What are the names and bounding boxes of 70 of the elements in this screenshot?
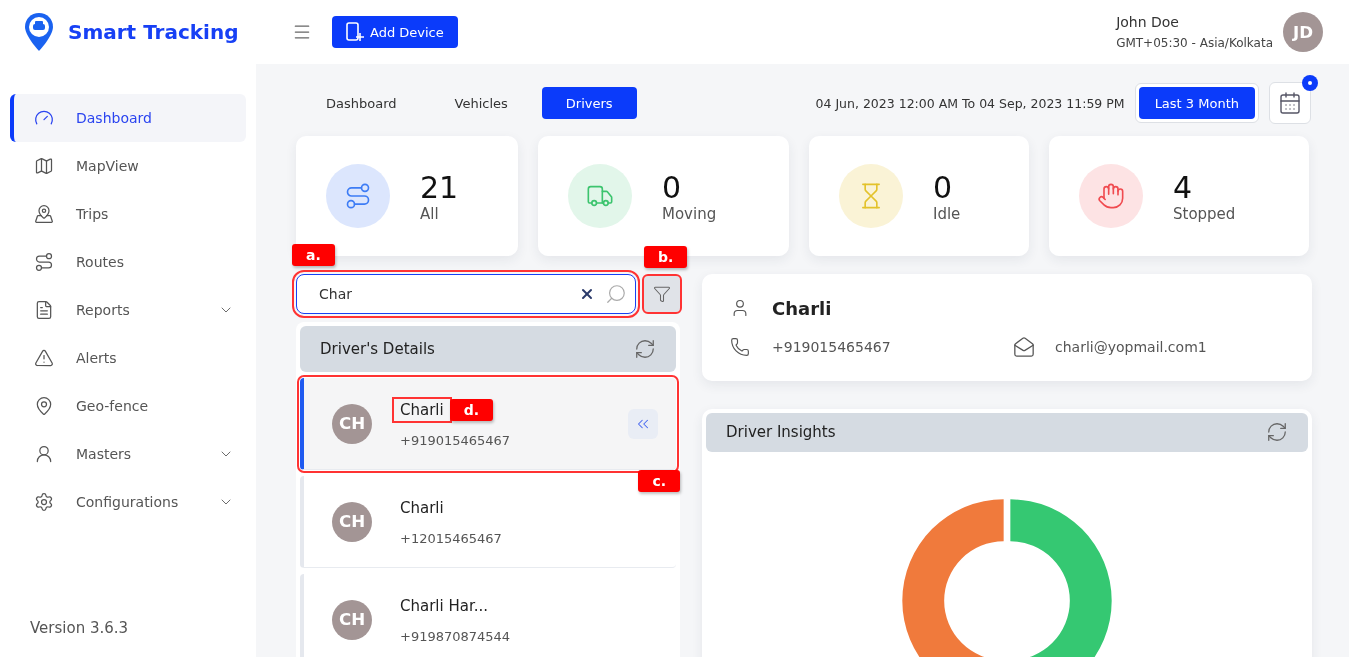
mail-icon — [1013, 335, 1035, 358]
stat-label: Moving — [662, 204, 717, 223]
search-input[interactable]: Char — [317, 285, 569, 303]
callout-label: b. — [644, 246, 688, 268]
nav-item[interactable]: Masters — [10, 430, 246, 478]
route-icon — [344, 182, 372, 210]
callout-label: c. — [638, 470, 680, 492]
refresh-icon[interactable] — [634, 338, 656, 360]
driver-avatar: CH — [332, 599, 372, 640]
stat-value: 0 — [662, 169, 683, 205]
driver-name: Charli — [772, 297, 833, 319]
map-pin-icon — [34, 204, 54, 224]
warning-icon — [34, 348, 54, 368]
calendar-button[interactable] — [1269, 82, 1311, 124]
document-icon — [34, 300, 54, 320]
settings-icon — [34, 492, 54, 512]
map-icon — [34, 156, 54, 176]
app-name: Smart Tracking — [68, 20, 239, 44]
calendar-icon — [1278, 91, 1302, 115]
location-pin-icon — [34, 396, 54, 416]
phone-icon — [730, 336, 750, 357]
callout-label: d. — [449, 399, 494, 421]
version-label: Version 3.6.3 — [29, 619, 130, 637]
route-icon — [34, 252, 54, 272]
hand-icon — [1097, 182, 1125, 210]
driver-phone: +919870874544 — [399, 629, 512, 644]
timezone-label: GMT+05:30 - Asia/Kolkata — [1116, 36, 1273, 50]
callout-label: a. — [292, 244, 335, 266]
add-device-button[interactable]: Add Device — [332, 16, 458, 48]
nav-item[interactable]: Dashboard — [10, 94, 246, 142]
clear-icon[interactable] — [579, 286, 595, 302]
date-range-label: 04 Jun, 2023 12:00 AM To 04 Sep, 2023 11:59 PM — [815, 95, 1125, 111]
user-name: John Doe — [1116, 14, 1180, 30]
stat-label: Stopped — [1173, 204, 1236, 223]
driver-phone: +919015465467 — [399, 433, 512, 448]
panel-title: Driver's Details — [320, 340, 435, 358]
tab[interactable]: Drivers — [541, 87, 637, 119]
stat-value: 21 — [420, 169, 459, 205]
driver-email: charli@yopmail.com1 — [1055, 338, 1208, 355]
driver-phone: +919015465467 — [772, 338, 892, 355]
driver-name: Charli — [399, 498, 445, 519]
filter-icon — [653, 285, 671, 303]
nav-item[interactable]: Geo-fence — [10, 382, 246, 430]
nav-item[interactable]: Reports — [10, 286, 246, 334]
stat-value: 4 — [1173, 169, 1194, 205]
add-device-icon — [346, 22, 364, 42]
date-preset-button[interactable]: Last 3 Month — [1138, 87, 1255, 119]
search-icon[interactable] — [605, 283, 627, 305]
driver-phone: +12015465467 — [399, 531, 503, 546]
refresh-icon[interactable] — [1266, 421, 1288, 444]
driver-avatar: CH — [332, 501, 372, 542]
nav-item[interactable]: Routes — [10, 238, 246, 286]
nav-item[interactable]: MapView — [10, 142, 246, 190]
panel-title: Driver Insights — [726, 423, 836, 442]
tab[interactable]: Dashboard — [302, 87, 421, 119]
nav-item[interactable]: Configurations — [10, 478, 246, 526]
collapse-button[interactable] — [628, 408, 658, 439]
stat-label: All — [420, 204, 440, 223]
stat-label: Idle — [933, 204, 961, 223]
driver-item[interactable]: CH Charli d. +919015465467 — [300, 378, 676, 470]
logo-icon — [24, 12, 54, 52]
driver-avatar: CH — [332, 403, 372, 444]
driver-name: Charli Har... — [399, 596, 489, 617]
user-icon — [34, 444, 54, 464]
stat-value: 0 — [933, 169, 954, 205]
filter-button[interactable] — [644, 276, 680, 312]
nav-item[interactable]: Alerts — [10, 334, 246, 382]
tab[interactable]: Vehicles — [430, 87, 532, 119]
driver-name: Charli — [394, 399, 450, 421]
nav-item[interactable]: Trips — [10, 190, 246, 238]
